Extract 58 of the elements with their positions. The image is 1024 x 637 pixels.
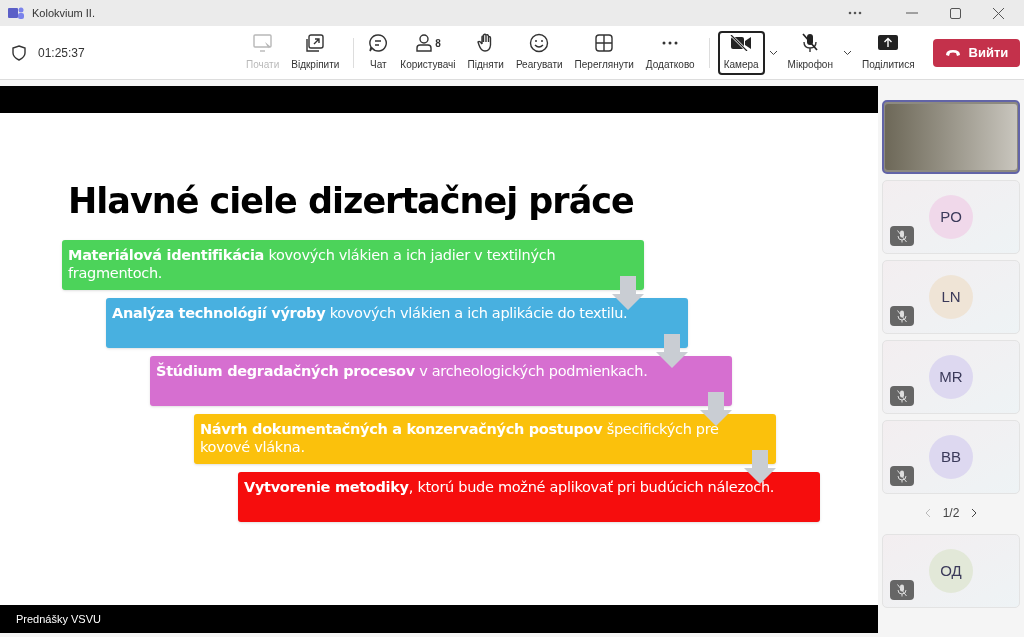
meeting-timer: 01:25:37 bbox=[38, 44, 85, 62]
mic-off-icon bbox=[897, 229, 907, 243]
mic-off-icon bbox=[897, 469, 907, 483]
avatar-initials: ОД bbox=[929, 549, 973, 593]
step-box: Analýza technológií výroby kovových vlákien a ich aplikácie do textilu. bbox=[106, 298, 688, 348]
upload-button[interactable]: Поділитися bbox=[855, 30, 921, 75]
slide-title: Hlavné ciele dizertačnej práce bbox=[68, 180, 634, 223]
page-indicator: 1/2 bbox=[942, 505, 960, 522]
maximize-icon[interactable] bbox=[950, 7, 961, 19]
screen-share-icon bbox=[252, 34, 273, 52]
pop-out-icon bbox=[306, 34, 325, 52]
leave-button[interactable]: Вийти bbox=[932, 38, 1021, 67]
more-icon bbox=[662, 41, 679, 45]
step-box: Štúdium degradačných procesov v archeologických podmienkach. bbox=[150, 356, 732, 406]
participant-tile[interactable]: BB bbox=[882, 420, 1020, 494]
participant-tile[interactable]: ОД bbox=[882, 534, 1020, 608]
shield-icon bbox=[12, 44, 26, 61]
people-icon bbox=[415, 33, 434, 53]
hang-up-icon bbox=[944, 48, 961, 57]
chat-icon bbox=[368, 33, 389, 53]
participant-count: 8 bbox=[435, 36, 441, 51]
camera-button[interactable]: Камера bbox=[717, 30, 765, 75]
next-page-icon[interactable] bbox=[971, 508, 978, 518]
step-box: Materiálová identifikácia kovových vlákien a ich jadier v textilných fragmentoch. bbox=[62, 240, 644, 290]
window-title: Kolokvium II. bbox=[32, 5, 95, 21]
down-arrow-icon bbox=[700, 392, 732, 426]
avatar-initials: LN bbox=[929, 275, 973, 319]
avatar-initials: BB bbox=[929, 435, 973, 479]
step-box: Návrh dokumentačných a konzervačných postupov špecifických pre kovové vlákna. bbox=[194, 414, 776, 464]
mic-off-icon bbox=[897, 583, 907, 597]
app-logo-icon bbox=[8, 6, 24, 20]
mic-button[interactable]: Мікрофон bbox=[781, 30, 839, 75]
grid-view-icon bbox=[595, 34, 614, 52]
view-button[interactable]: Переглянути bbox=[568, 30, 640, 75]
participant-tile[interactable]: MR bbox=[882, 340, 1020, 414]
share-tray-icon bbox=[878, 35, 899, 51]
mic-off-icon bbox=[897, 389, 907, 403]
hand-button[interactable]: Підняти bbox=[461, 30, 510, 75]
down-arrow-icon bbox=[656, 334, 688, 368]
participant-tile[interactable]: LN bbox=[882, 260, 1020, 334]
mic-off-icon bbox=[897, 309, 907, 323]
mic-off-icon bbox=[802, 33, 819, 53]
chat-button[interactable]: Чат bbox=[362, 30, 395, 75]
people-button[interactable]: 8 Користувачі bbox=[394, 30, 462, 75]
camera-off-icon bbox=[730, 35, 753, 51]
step-box: Vytvorenie metodiky, ktorú bude možné aplikovať pri budúcich nálezoch. bbox=[238, 472, 820, 522]
participant-tile[interactable]: PO bbox=[882, 180, 1020, 254]
smiley-icon bbox=[529, 33, 550, 53]
close-icon[interactable] bbox=[993, 7, 1004, 19]
avatar-initials: PO bbox=[929, 195, 973, 239]
popout-button[interactable]: Відкріпити bbox=[285, 30, 346, 75]
more-button[interactable]: Додатково bbox=[639, 30, 701, 75]
react-button[interactable]: Реагувати bbox=[509, 30, 569, 75]
caret-icon[interactable] bbox=[842, 49, 852, 56]
footer-text: Prednášky VSVU bbox=[16, 611, 101, 627]
avatar-initials: MR bbox=[929, 355, 973, 399]
caret-icon[interactable] bbox=[768, 49, 778, 56]
more-icon[interactable] bbox=[848, 11, 862, 15]
